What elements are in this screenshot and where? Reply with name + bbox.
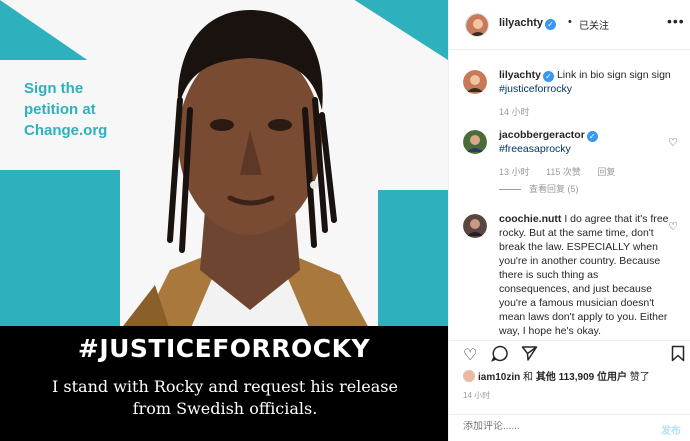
comment-hashtag[interactable]: #freeasaprocky bbox=[499, 143, 571, 155]
view-replies-label[interactable]: 查看回复 (5) bbox=[529, 184, 579, 194]
follow-status-button[interactable]: 已关注 bbox=[579, 17, 609, 32]
view-replies-button[interactable]: 查看回复 (5) bbox=[499, 182, 579, 195]
caption-time[interactable]: 14 小时 bbox=[499, 107, 530, 117]
header-dot: • bbox=[568, 16, 572, 28]
liker-username[interactable]: iam10zin bbox=[478, 372, 520, 383]
caption-username[interactable]: lilyachty bbox=[499, 69, 541, 81]
comments-list[interactable]: lilyachty ✓ Link in bio sign sign sign #j… bbox=[449, 50, 690, 340]
bookmark-icon[interactable] bbox=[671, 345, 685, 367]
more-options-icon[interactable]: ••• bbox=[667, 13, 685, 29]
replies-line bbox=[499, 189, 521, 191]
comment-item: jacobbergeractor ✓ #freeasaprocky 13 小时 1… bbox=[463, 128, 678, 178]
likes-count[interactable]: 113,909 bbox=[559, 372, 595, 383]
liker-avatar[interactable] bbox=[463, 370, 475, 382]
comment-text: coochie.nutt I do agree that it's free r… bbox=[499, 212, 669, 338]
likes-liked: 赞了 bbox=[629, 372, 650, 383]
caption-meta: 14 小时 bbox=[499, 105, 678, 118]
likes-summary: iam10zin 和 其他 113,909 位用户 赞了 bbox=[463, 368, 688, 383]
portrait-photo bbox=[120, 10, 370, 330]
verified-icon: ✓ bbox=[586, 131, 598, 142]
heart-icon[interactable]: ♡ bbox=[668, 136, 678, 149]
comment-text: jacobbergeractor ✓ #freeasaprocky bbox=[499, 128, 678, 156]
comment-box: 发布 bbox=[449, 414, 690, 441]
likes-others-prefix[interactable]: 其他 bbox=[536, 372, 556, 383]
post-comment-button[interactable]: 发布 bbox=[661, 422, 681, 437]
action-bar: ♡ bbox=[449, 340, 690, 364]
comment-meta: 13 小时 115 次赞 回复 bbox=[499, 165, 678, 178]
comment-body: I do agree that it's free rocky. But at … bbox=[499, 213, 669, 337]
comment-avatar[interactable] bbox=[463, 214, 487, 238]
post-time[interactable]: 14 小时 bbox=[463, 390, 490, 401]
verified-icon: ✓ bbox=[543, 71, 555, 82]
caption-comment: lilyachty ✓ Link in bio sign sign sign #j… bbox=[463, 68, 678, 118]
caption-body: Link in bio sign sign sign bbox=[556, 69, 671, 81]
comment-username[interactable]: coochie.nutt bbox=[499, 213, 561, 225]
post-side-panel: lilyachty ✓ • 已关注 ••• lilyachty ✓ Link in … bbox=[448, 0, 690, 441]
comment-icon[interactable] bbox=[491, 345, 508, 367]
reply-button[interactable]: 回复 bbox=[597, 167, 615, 177]
comment-item: coochie.nutt I do agree that it's free r… bbox=[463, 212, 678, 338]
caption-text: lilyachty ✓ Link in bio sign sign sign #j… bbox=[499, 68, 678, 96]
hashtag-banner: #JUSTICEFORROCKY bbox=[77, 334, 371, 363]
likes-suffix[interactable]: 位用户 bbox=[597, 372, 627, 383]
caption-avatar[interactable] bbox=[463, 70, 487, 94]
like-heart-icon[interactable]: ♡ bbox=[463, 345, 477, 365]
comment-time[interactable]: 13 小时 bbox=[499, 167, 530, 177]
caption-hashtag[interactable]: #justiceforrocky bbox=[499, 83, 572, 95]
likes-and: 和 bbox=[523, 372, 534, 383]
comment-username[interactable]: jacobbergeractor bbox=[499, 129, 585, 141]
post-image[interactable]: Sign the petition at Change.org #JUSTICE… bbox=[0, 0, 448, 441]
post-header: lilyachty ✓ • 已关注 ••• bbox=[449, 0, 690, 50]
header-username[interactable]: lilyachty ✓ bbox=[499, 17, 557, 30]
comment-likes[interactable]: 115 次赞 bbox=[546, 167, 581, 177]
likes-others-link[interactable]: 其他 113,909 位用户 bbox=[536, 372, 627, 383]
heart-icon[interactable]: ♡ bbox=[668, 220, 678, 233]
share-icon[interactable] bbox=[521, 345, 538, 367]
comment-avatar[interactable] bbox=[463, 130, 487, 154]
statement-text: I stand with Rocky and request his relea… bbox=[52, 377, 398, 418]
verified-icon: ✓ bbox=[545, 19, 557, 30]
comment-input[interactable] bbox=[463, 421, 613, 432]
header-avatar[interactable] bbox=[465, 13, 489, 37]
header-username-text[interactable]: lilyachty bbox=[499, 17, 543, 29]
